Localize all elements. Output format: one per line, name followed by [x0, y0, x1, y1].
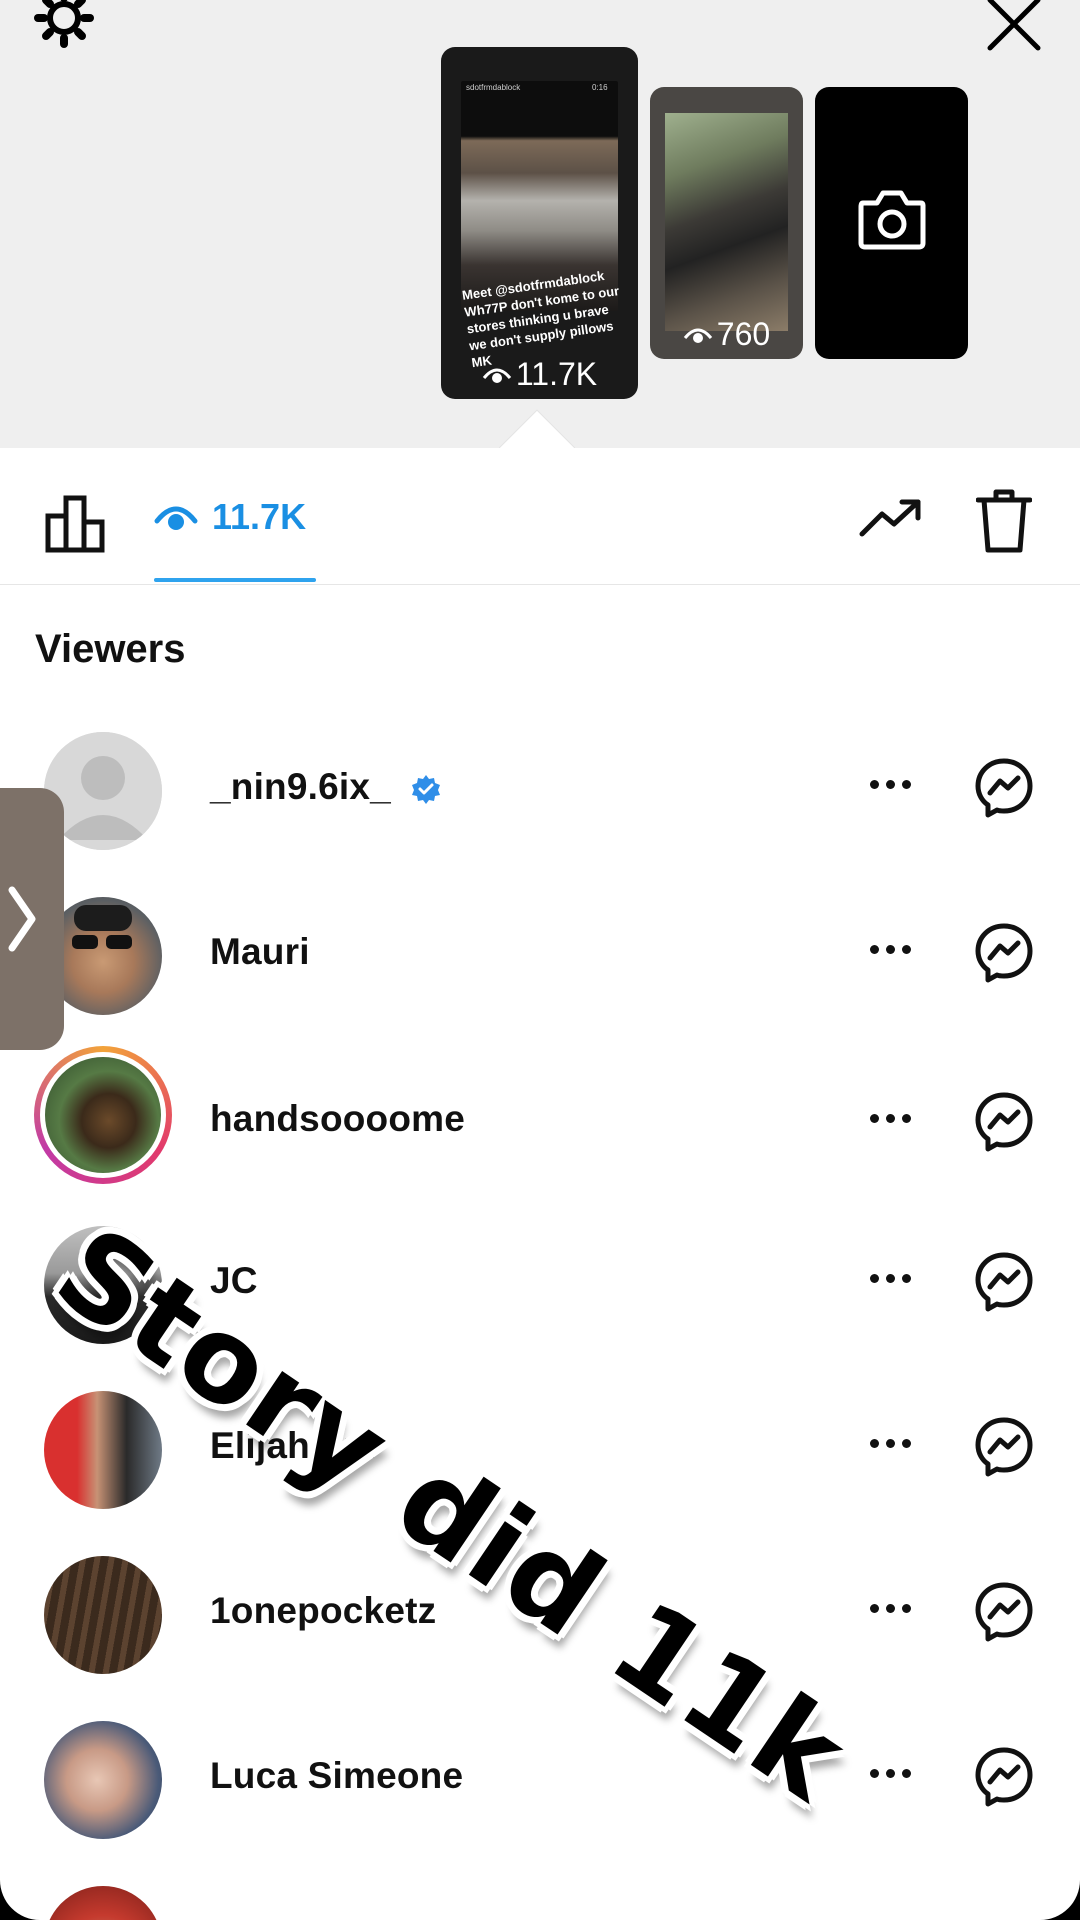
messenger-icon[interactable]: [972, 756, 1036, 820]
avatar[interactable]: [44, 1556, 162, 1674]
story-thumbnail-selected[interactable]: sdotfrmdablock 0:16 Meet @sdotfrmdablock…: [441, 47, 638, 399]
tab-viewers[interactable]: 11.7K: [154, 494, 306, 540]
story-view-count: 11.7K: [441, 356, 638, 393]
eye-icon: [154, 506, 198, 530]
viewer-username[interactable]: Luca Simeone: [210, 1755, 463, 1797]
trash-icon[interactable]: [976, 488, 1032, 554]
story-caption-user: sdotfrmdablock: [466, 83, 521, 92]
tab-viewers-count: 11.7K: [212, 496, 307, 537]
active-tab-indicator: [154, 578, 316, 582]
viewer-username[interactable]: 1onepocketz: [210, 1590, 436, 1632]
avatar-story-ring[interactable]: [34, 1046, 172, 1184]
side-expand-tab[interactable]: [0, 788, 64, 1050]
story-tabs-bar: 11.7K: [0, 448, 1080, 585]
story-view-count: 760: [650, 316, 803, 353]
viewer-row[interactable]: handsoooome: [0, 1046, 1080, 1184]
eye-icon: [683, 328, 712, 343]
avatar[interactable]: [44, 1721, 162, 1839]
viewer-row[interactable]: Mauri: [0, 887, 1080, 1017]
avatar[interactable]: [44, 1886, 162, 1920]
story-viewers-sheet: sdotfrmdablock 0:16 Meet @sdotfrmdablock…: [0, 0, 1080, 1920]
messenger-icon[interactable]: [972, 1580, 1036, 1644]
viewer-username-text: _nin9.6ix_: [210, 766, 391, 807]
chevron-right-icon: [8, 886, 36, 952]
viewer-username[interactable]: handsoooome: [210, 1098, 465, 1140]
more-options-icon[interactable]: [870, 1604, 911, 1613]
avatar: [40, 1052, 166, 1178]
story-caption-time: 0:16: [592, 83, 608, 92]
verified-badge-icon: [412, 775, 441, 805]
viewer-username[interactable]: Mauri: [210, 931, 310, 973]
viewer-username[interactable]: _nin9.6ix_: [210, 766, 441, 808]
messenger-icon[interactable]: [972, 1415, 1036, 1479]
viewer-row[interactable]: Luca Simeone: [0, 1711, 1080, 1841]
camera-icon: [858, 190, 926, 250]
messenger-icon[interactable]: [972, 1745, 1036, 1809]
gear-icon[interactable]: [28, 0, 100, 54]
more-options-icon[interactable]: [870, 780, 911, 789]
more-options-icon[interactable]: [870, 1274, 911, 1283]
avatar[interactable]: [44, 1391, 162, 1509]
more-options-icon[interactable]: [870, 945, 911, 954]
story-thumbnail-image: [665, 113, 788, 331]
more-options-icon[interactable]: [870, 1114, 911, 1123]
story-view-count-value: 11.7K: [515, 356, 598, 392]
bar-chart-icon[interactable]: [44, 492, 108, 554]
trending-icon[interactable]: [858, 494, 924, 540]
viewer-row[interactable]: [0, 1876, 1080, 1920]
close-icon[interactable]: [984, 0, 1044, 54]
more-options-icon[interactable]: [870, 1769, 911, 1778]
story-thumbnail[interactable]: 760: [650, 87, 803, 359]
messenger-icon[interactable]: [972, 921, 1036, 985]
viewers-heading: Viewers: [35, 627, 186, 671]
messenger-icon[interactable]: [972, 1250, 1036, 1314]
story-preview-strip: sdotfrmdablock 0:16 Meet @sdotfrmdablock…: [0, 0, 1080, 448]
messenger-icon[interactable]: [972, 1090, 1036, 1154]
story-view-count-value: 760: [716, 316, 771, 352]
viewer-row[interactable]: _nin9.6ix_: [0, 722, 1080, 852]
more-options-icon[interactable]: [870, 1439, 911, 1448]
eye-icon: [482, 368, 512, 383]
add-story-tile[interactable]: [815, 87, 968, 359]
